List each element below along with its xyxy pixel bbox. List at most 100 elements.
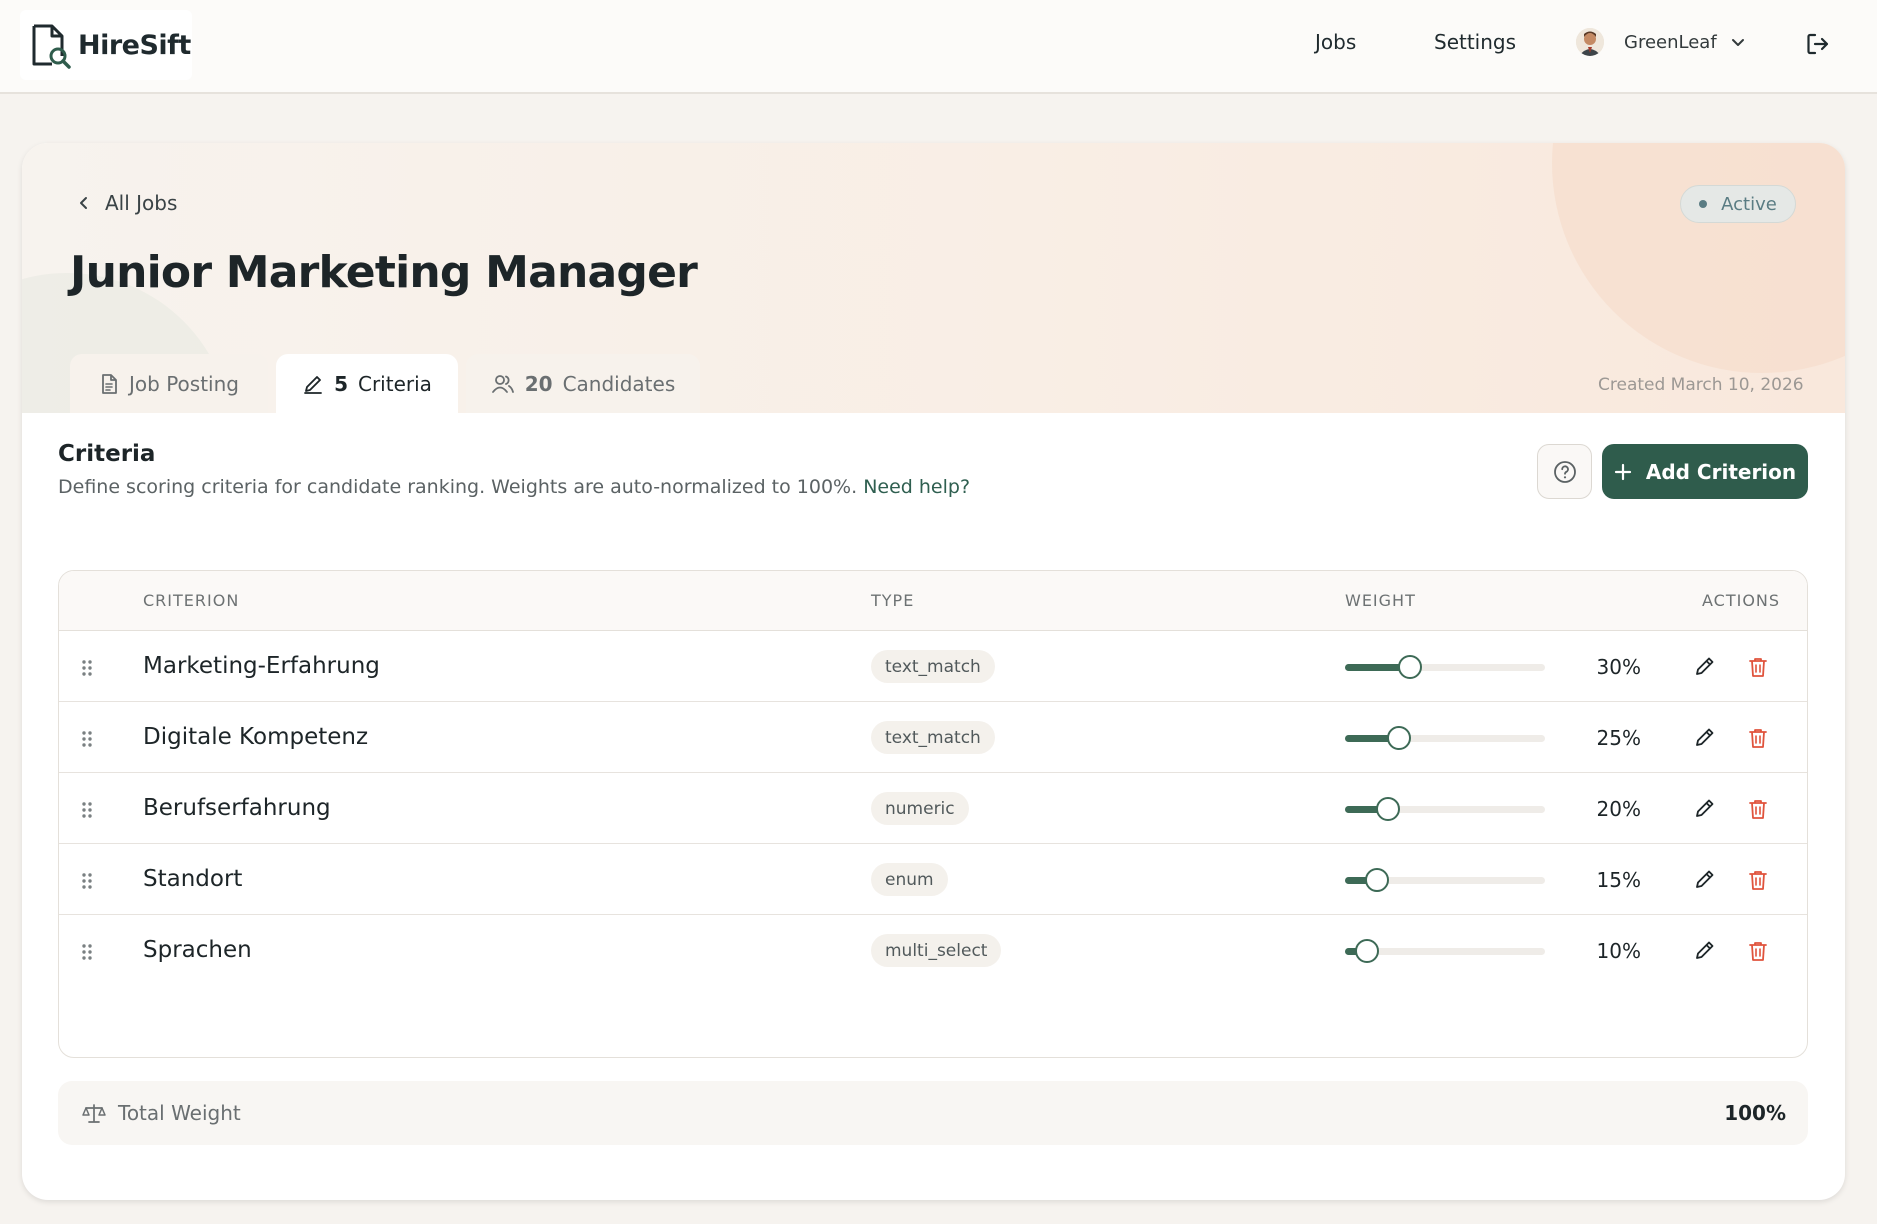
tab-label: Candidates	[562, 372, 676, 396]
logo[interactable]: HireSift	[20, 10, 192, 80]
criteria-title: Criteria	[58, 441, 156, 467]
add-criterion-button[interactable]: Add Criterion	[1602, 444, 1808, 499]
table-row: Sprachen multi_select 10%	[59, 915, 1807, 986]
trash-icon	[1749, 799, 1767, 819]
trash-icon	[1749, 870, 1767, 890]
type-badge: multi_select	[871, 934, 1002, 967]
type-badge: enum	[871, 863, 948, 896]
tab-count: 20	[524, 372, 553, 396]
users-icon	[491, 375, 514, 393]
weight-slider[interactable]	[1345, 867, 1545, 892]
help-button[interactable]	[1537, 444, 1592, 499]
column-header-actions: ACTIONS	[1702, 591, 1781, 610]
column-header-criterion: CRITERION	[143, 591, 240, 610]
scale-icon	[82, 1104, 106, 1123]
edit-criterion-button[interactable]	[1692, 939, 1716, 967]
slider-thumb[interactable]	[1355, 938, 1379, 963]
top-navbar: HireSift Jobs Settings GreenLeaf	[0, 0, 1877, 94]
column-header-type: TYPE	[871, 591, 915, 610]
nav-settings[interactable]: Settings	[1434, 30, 1516, 54]
weight-value: 15%	[1596, 867, 1641, 892]
criteria-table: CRITERION TYPE WEIGHT ACTIONS Marketing-…	[58, 570, 1808, 1058]
hero-decoration	[1552, 143, 1845, 373]
back-to-jobs-link[interactable]: All Jobs	[77, 191, 177, 215]
add-criterion-label: Add Criterion	[1645, 459, 1797, 484]
logo-text: HireSift	[78, 29, 191, 61]
table-row: Berufserfahrung numeric 20%	[59, 773, 1807, 844]
logout-icon	[1807, 33, 1829, 55]
tab-criteria[interactable]: 5 Criteria	[276, 354, 458, 413]
edit-criterion-button[interactable]	[1692, 726, 1716, 754]
pencil-icon	[1696, 728, 1714, 746]
criterion-name: Berufserfahrung	[143, 794, 331, 821]
weight-slider[interactable]	[1345, 796, 1545, 821]
edit-criterion-button[interactable]	[1692, 797, 1716, 825]
tab-count: 5	[334, 372, 348, 396]
type-badge: numeric	[871, 792, 969, 825]
pencil-icon	[1696, 799, 1714, 817]
drag-handle-icon[interactable]	[81, 801, 93, 819]
criterion-name: Marketing-Erfahrung	[143, 652, 380, 679]
job-hero: All Jobs Active Junior Marketing Manager…	[22, 143, 1845, 413]
weight-value: 20%	[1596, 796, 1641, 821]
trash-icon	[1749, 941, 1767, 961]
page-title: Junior Marketing Manager	[70, 247, 698, 298]
total-weight-value: 100%	[1724, 1101, 1786, 1125]
weight-value: 10%	[1596, 938, 1641, 963]
nav-jobs[interactable]: Jobs	[1315, 30, 1356, 54]
question-circle-icon	[1553, 460, 1576, 483]
created-date: Created March 10, 2026	[1598, 375, 1804, 395]
status-dot	[1699, 200, 1708, 208]
delete-criterion-button[interactable]	[1747, 726, 1769, 754]
table-row: Digitale Kompetenz text_match 25%	[59, 702, 1807, 773]
status-badge: Active	[1680, 185, 1796, 223]
user-name: GreenLeaf	[1624, 31, 1717, 53]
delete-criterion-button[interactable]	[1747, 655, 1769, 683]
slider-thumb[interactable]	[1365, 867, 1389, 892]
slider-thumb[interactable]	[1376, 796, 1400, 821]
avatar	[1576, 28, 1604, 56]
delete-criterion-button[interactable]	[1747, 868, 1769, 896]
total-weight-label: Total Weight	[118, 1101, 241, 1125]
criteria-description: Define scoring criteria for candidate ra…	[58, 476, 970, 498]
weight-value: 30%	[1596, 654, 1641, 679]
weight-slider[interactable]	[1345, 725, 1545, 750]
slider-thumb[interactable]	[1398, 654, 1422, 679]
drag-handle-icon[interactable]	[81, 943, 93, 961]
tab-job-posting[interactable]: Job Posting	[70, 354, 268, 413]
edit-criterion-button[interactable]	[1692, 655, 1716, 683]
chevron-left-icon	[80, 197, 87, 209]
logout-button[interactable]	[1805, 31, 1831, 61]
slider-thumb[interactable]	[1387, 725, 1411, 750]
weight-slider[interactable]	[1345, 938, 1545, 963]
pencil-icon	[1696, 870, 1714, 888]
trash-icon	[1749, 657, 1767, 677]
status-label: Active	[1721, 193, 1777, 215]
weight-value: 25%	[1596, 725, 1641, 750]
delete-criterion-button[interactable]	[1747, 797, 1769, 825]
delete-criterion-button[interactable]	[1747, 939, 1769, 967]
document-icon	[102, 374, 117, 394]
drag-handle-icon[interactable]	[81, 872, 93, 890]
criterion-name: Sprachen	[143, 936, 252, 963]
trash-icon	[1749, 728, 1767, 748]
table-header: CRITERION TYPE WEIGHT ACTIONS	[59, 571, 1807, 631]
edit-criterion-button[interactable]	[1692, 868, 1716, 896]
need-help-link[interactable]: Need help?	[863, 476, 970, 498]
chevron-down-icon	[1731, 39, 1744, 46]
type-badge: text_match	[871, 650, 995, 683]
tab-label: Criteria	[357, 372, 432, 396]
drag-handle-icon[interactable]	[81, 659, 93, 677]
weight-slider[interactable]	[1345, 654, 1545, 679]
tab-label: Job Posting	[129, 372, 239, 396]
criterion-name: Standort	[143, 865, 243, 892]
job-card: All Jobs Active Junior Marketing Manager…	[22, 143, 1845, 1200]
user-menu[interactable]: GreenLeaf	[1576, 28, 1745, 56]
total-weight-bar: Total Weight 100%	[58, 1081, 1808, 1145]
pencil-icon	[304, 376, 322, 394]
criteria-description-text: Define scoring criteria for candidate ra…	[58, 476, 858, 498]
column-header-weight: WEIGHT	[1345, 591, 1416, 610]
tab-candidates[interactable]: 20 Candidates	[466, 354, 700, 413]
drag-handle-icon[interactable]	[81, 730, 93, 748]
pencil-icon	[1696, 657, 1714, 675]
